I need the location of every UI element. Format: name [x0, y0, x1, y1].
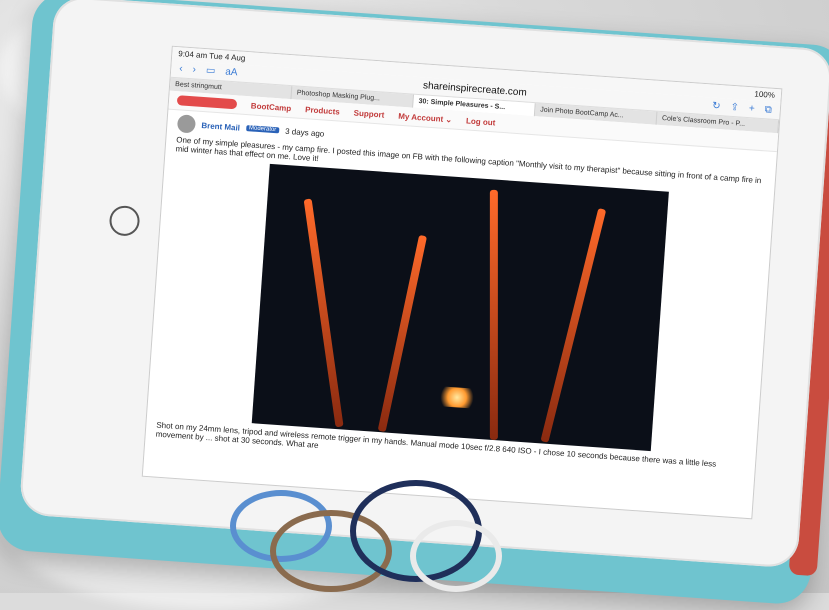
nav-support[interactable]: Support	[353, 108, 384, 119]
avatar[interactable]	[176, 114, 197, 134]
site-logo[interactable]	[176, 95, 238, 110]
nav-my-account[interactable]: My Account ⌄	[398, 111, 452, 124]
home-button[interactable]	[108, 204, 141, 237]
new-tab-icon[interactable]: +	[749, 103, 756, 114]
battery-indicator: 100%	[754, 89, 776, 100]
tablet-screen: 9:04 am Tue 4 Aug 100% ‹ › ▭ aA shareins…	[141, 45, 783, 520]
back-icon[interactable]: ‹	[179, 63, 183, 74]
reload-icon[interactable]: ↻	[712, 101, 721, 113]
tree-trunk	[303, 198, 344, 428]
tree-trunk	[489, 189, 498, 440]
tree-trunk	[377, 234, 428, 433]
campfire-photo[interactable]	[251, 163, 669, 452]
forum-post: Brent Mail Moderator 3 days ago One of m…	[145, 110, 777, 488]
post-time: 3 days ago	[284, 126, 325, 139]
forward-icon[interactable]: ›	[192, 64, 196, 75]
tabs-icon[interactable]: ⧉	[764, 104, 772, 115]
sidebar-icon[interactable]: ▭	[206, 65, 216, 77]
yarn-strand	[410, 520, 502, 592]
role-badge: Moderator	[245, 125, 280, 134]
campfire	[438, 386, 476, 409]
nav-log-out[interactable]: Log out	[466, 116, 496, 127]
share-icon[interactable]: ⇪	[730, 102, 739, 114]
tree-trunk	[540, 207, 607, 443]
author-name[interactable]: Brent Mail	[201, 120, 240, 132]
nav-products[interactable]: Products	[305, 105, 340, 116]
yarn-tassel	[210, 470, 510, 600]
nav-bootcamp[interactable]: BootCamp	[251, 101, 292, 113]
text-size-icon[interactable]: aA	[225, 67, 238, 79]
